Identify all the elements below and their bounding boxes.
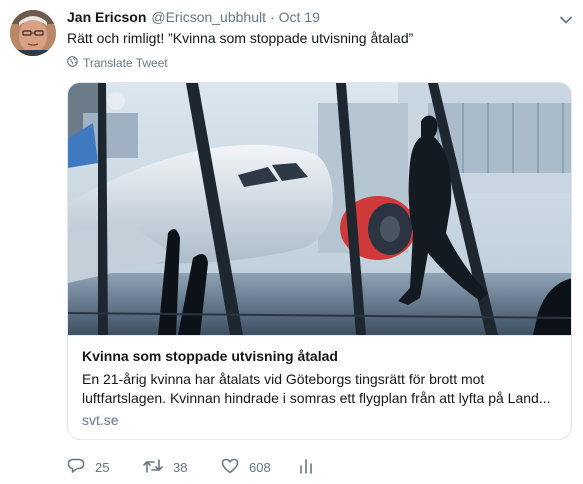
card-body: Kvinna som stoppade utvisning åtalad En … [68, 335, 571, 430]
reply-count: 25 [95, 460, 110, 475]
tweet-date[interactable]: Oct 19 [279, 9, 320, 25]
separator-dot: · [270, 9, 275, 25]
card-domain: svt.se [82, 412, 119, 428]
card-image[interactable] [68, 83, 571, 335]
globe-icon [67, 56, 83, 70]
tweet-header: Jan Ericson @Ericson_ubbhult · Oct 19 [67, 9, 553, 29]
retweet-button[interactable]: 38 [143, 458, 193, 477]
card-description: En 21-årig kvinna har åtalats vid Götebo… [82, 371, 551, 406]
tweet-text: Rätt och rimligt! ”Kvinna som stoppade u… [67, 30, 414, 46]
reply-button[interactable]: 25 [67, 458, 115, 477]
avatar[interactable] [10, 10, 56, 56]
reply-icon [67, 458, 95, 477]
caret-down-icon[interactable] [559, 13, 573, 27]
card-title[interactable]: Kvinna som stoppade utvisning åtalad [82, 347, 557, 366]
analytics-button[interactable] [299, 458, 323, 477]
like-button[interactable]: 608 [221, 458, 271, 477]
translate-tweet-link[interactable]: Translate Tweet [67, 56, 168, 70]
tweet-actions: 25 38 608 [67, 458, 351, 477]
like-icon [221, 458, 249, 477]
link-card[interactable]: Kvinna som stoppade utvisning åtalad En … [67, 82, 572, 440]
retweet-count: 38 [173, 460, 188, 475]
author-handle[interactable]: @Ericson_ubbhult [151, 9, 266, 25]
analytics-icon [299, 458, 323, 477]
like-count: 608 [249, 460, 271, 475]
author-name[interactable]: Jan Ericson [67, 9, 146, 25]
translate-label: Translate Tweet [83, 56, 168, 70]
retweet-icon [143, 458, 173, 477]
